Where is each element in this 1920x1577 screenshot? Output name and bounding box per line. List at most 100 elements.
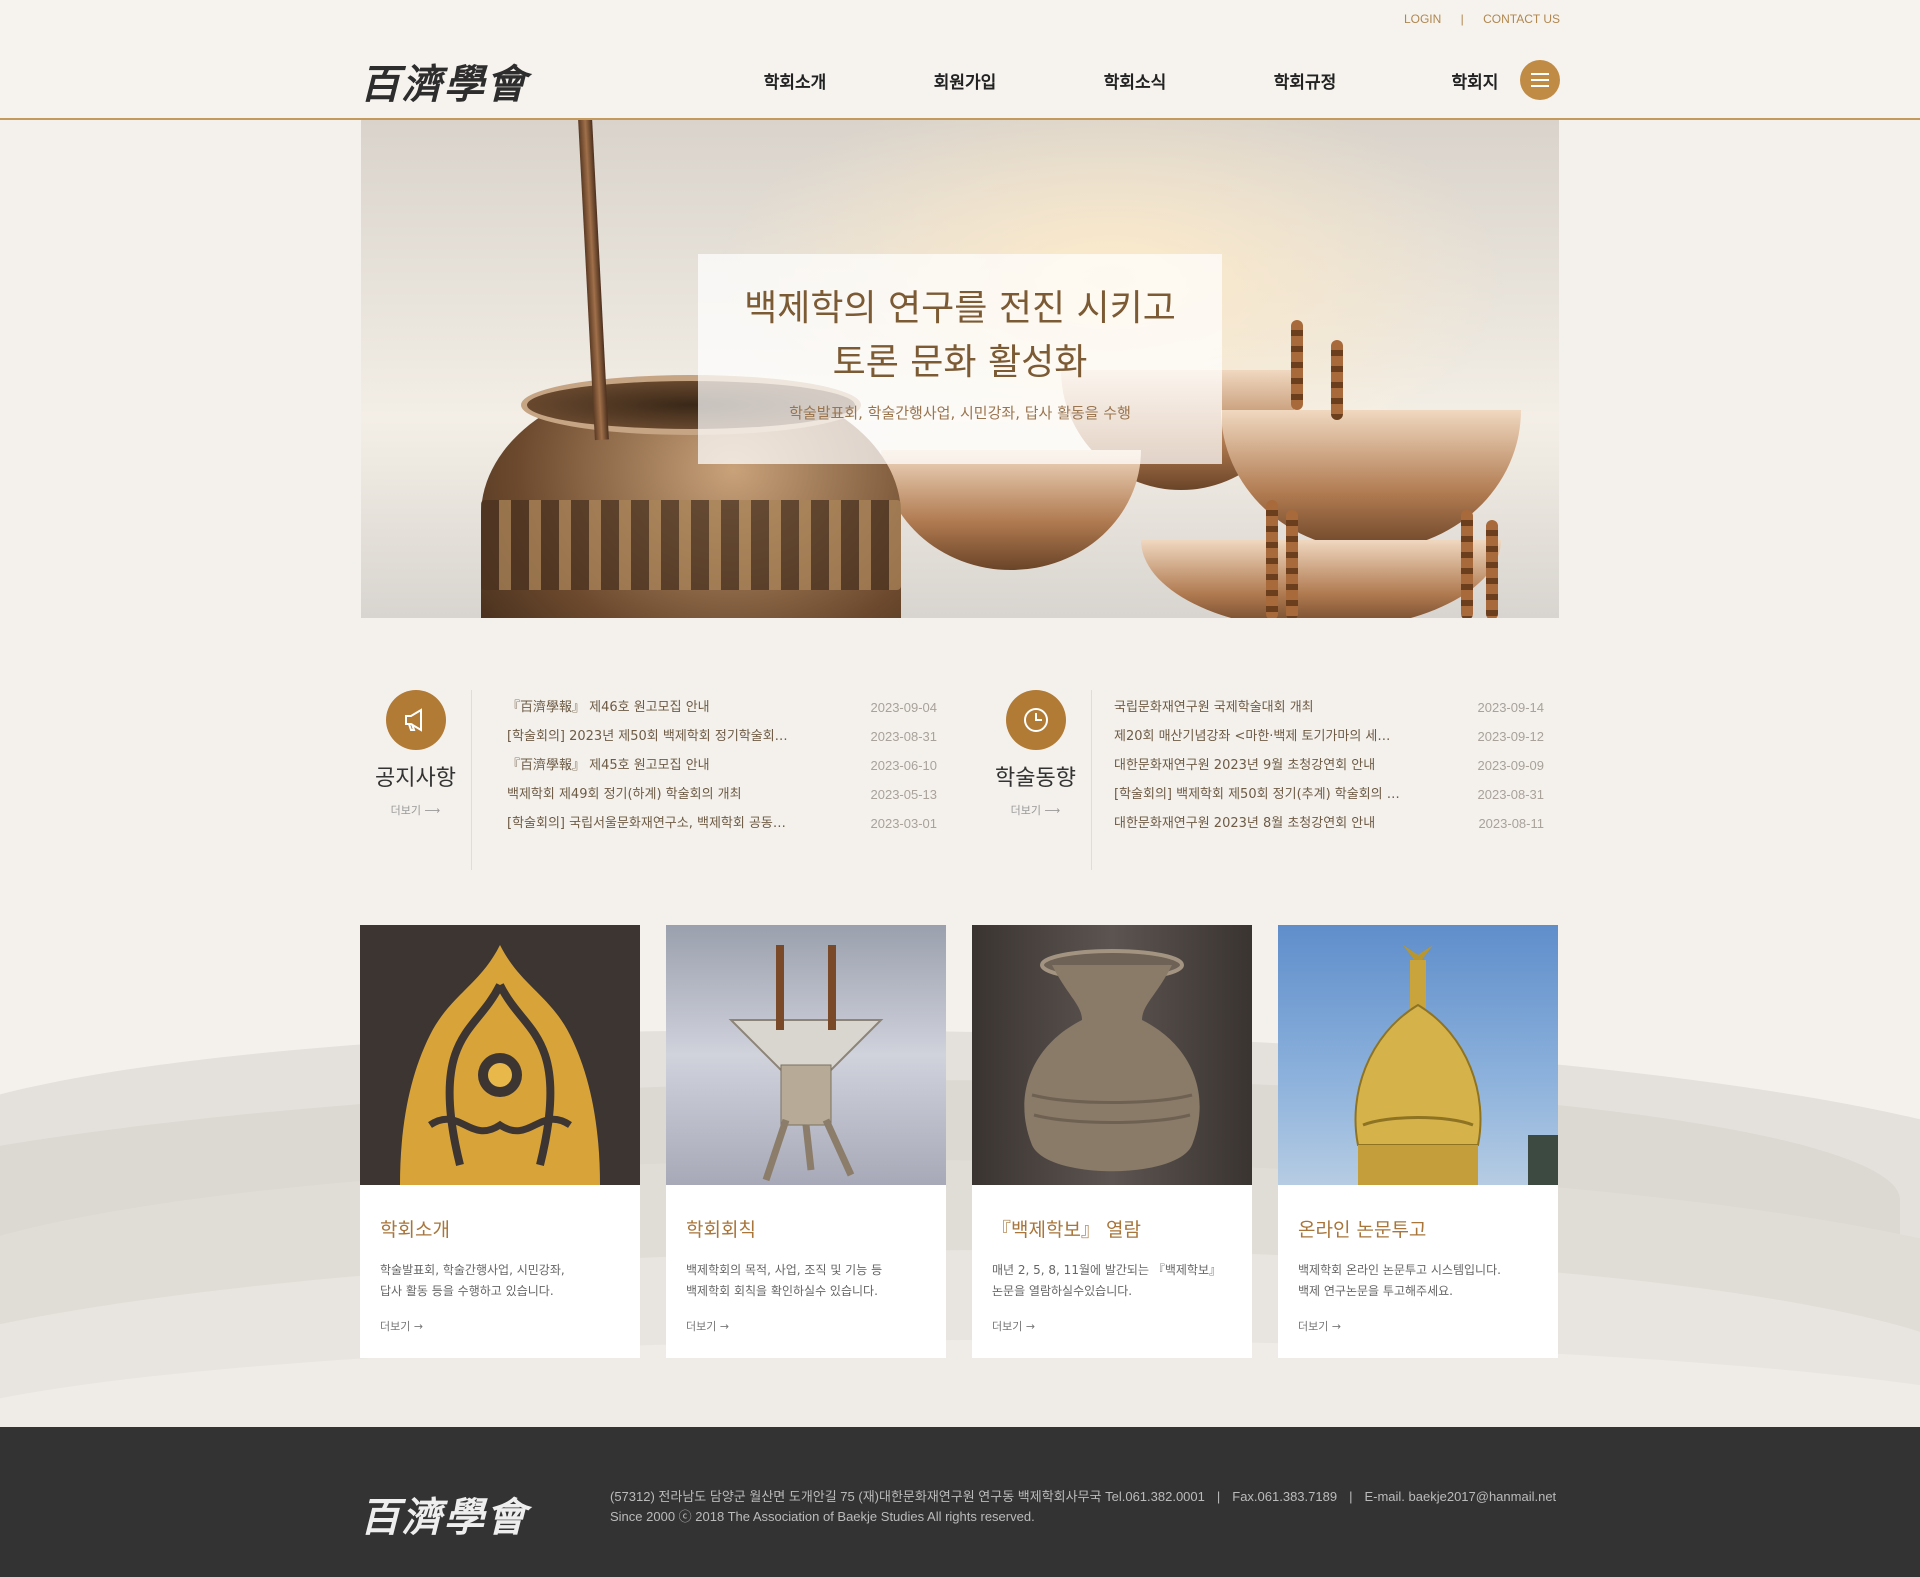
card-title: 『백제학보』 열람 <box>992 1219 1141 1241</box>
footer-email: E-mail. baekje2017@hanmail.net <box>1364 1489 1557 1504</box>
list-item-title[interactable]: [학술회의] 국립서울문화재연구소, 백제학회 공동… <box>507 814 827 843</box>
utility-links: LOGIN | CONTACT US <box>1404 12 1560 26</box>
list-item-date: 2023-03-01 <box>870 816 938 831</box>
card-more-link[interactable]: 더보기 → <box>1298 1318 1341 1334</box>
card-about[interactable]: 학회소개 학술발표회, 학술간행사업, 시민강좌, 답사 활동 등을 수행하고 있… <box>360 925 640 1358</box>
list-item[interactable]: 백제학회 제49회 정기(하계) 학술회의 개최 2023-05-13 <box>507 785 937 814</box>
list-item[interactable]: 대한문화재연구원 2023년 8월 초청강연회 안내 2023-08-11 <box>1114 814 1544 843</box>
list-item-date: 2023-08-31 <box>870 729 938 744</box>
bronze-spike <box>1461 510 1473 618</box>
bronze-spike <box>1291 320 1303 410</box>
list-item-title[interactable]: 국립문화재연구원 국제학술대회 개최 <box>1114 698 1434 727</box>
card-desc-line: 학술발표회, 학술간행사업, 시민강좌, <box>380 1263 565 1277</box>
card-description: 백제학회 온라인 논문투고 시스템입니다. 백제 연구논문을 투고해주세요. <box>1298 1260 1538 1302</box>
list-item-title[interactable]: [학술회의] 2023년 제50회 백제학회 정기학술회… <box>507 727 827 756</box>
footer-address: (57312) 전라남도 담양군 월산면 도개안길 75 (재)대한문화재연구원… <box>610 1489 1205 1504</box>
list-item-date: 2023-08-31 <box>1477 787 1545 802</box>
list-item[interactable]: [학술회의] 국립서울문화재연구소, 백제학회 공동… 2023-03-01 <box>507 814 937 843</box>
gold-ornament-image <box>360 925 640 1185</box>
list-item-title[interactable]: [학술회의] 백제학회 제50회 정기(추계) 학술회의 … <box>1114 785 1434 814</box>
list-item-title[interactable]: 제20회 매산기념강좌 <마한·백제 토기가마의 세… <box>1114 727 1434 756</box>
notice-board: 공지사항 더보기 ⟶ 『百濟學報』 제46호 원고모집 안내 2023-09-04… <box>360 690 960 870</box>
notice-header: 공지사항 더보기 ⟶ <box>360 690 472 870</box>
trend-more-link[interactable]: 더보기 ⟶ <box>1011 802 1061 818</box>
list-item-title[interactable]: 『百濟學報』 제45호 원고모집 안내 <box>507 756 827 785</box>
hero-title-line2: 토론 문화 활성화 <box>832 342 1088 383</box>
hero-title-line1: 백제학의 연구를 전진 시키고 <box>744 288 1176 329</box>
feature-cards: 학회소개 학술발표회, 학술간행사업, 시민강좌, 답사 활동 등을 수행하고 있… <box>360 925 1560 1358</box>
site-header: LOGIN | CONTACT US 百濟學會 학회소개 회원가입 학회소식 학… <box>0 0 1920 120</box>
hero-subtitle: 학술발표회, 학술간행사업, 시민강좌, 답사 활동을 수행 <box>789 404 1131 422</box>
site-footer: 百濟學會 (57312) 전라남도 담양군 월산면 도개안길 75 (재)대한문… <box>0 1427 1920 1577</box>
card-title: 온라인 논문투고 <box>1298 1219 1427 1241</box>
list-item[interactable]: [학술회의] 2023년 제50회 백제학회 정기학술회… 2023-08-31 <box>507 727 937 756</box>
card-more-link[interactable]: 더보기 → <box>380 1318 423 1334</box>
list-item[interactable]: 국립문화재연구원 국제학술대회 개최 2023-09-14 <box>1114 698 1544 727</box>
card-title: 학회소개 <box>380 1219 450 1241</box>
card-desc-line: 답사 활동 등을 수행하고 있습니다. <box>380 1284 554 1298</box>
list-item-date: 2023-05-13 <box>870 787 938 802</box>
list-item-date: 2023-06-10 <box>870 758 938 773</box>
card-more-link[interactable]: 더보기 → <box>992 1318 1035 1334</box>
list-item-date: 2023-08-11 <box>1478 816 1544 831</box>
card-journal[interactable]: 『백제학보』 열람 매년 2, 5, 8, 11월에 발간되는 『백제학보』 논문… <box>972 925 1252 1358</box>
nav-item-about[interactable]: 학회소개 <box>710 68 880 93</box>
contact-link[interactable]: CONTACT US <box>1483 12 1560 26</box>
card-desc-line: 백제 연구논문을 투고해주세요. <box>1298 1284 1453 1298</box>
notice-list: 『百濟學報』 제46호 원고모집 안내 2023-09-04 [학술회의] 202… <box>507 690 937 870</box>
trend-board: 학술동향 더보기 ⟶ 국립문화재연구원 국제학술대회 개최 2023-09-14 … <box>980 690 1560 870</box>
menu-button[interactable] <box>1520 60 1560 100</box>
megaphone-icon <box>385 690 446 750</box>
trend-list: 국립문화재연구원 국제학술대회 개최 2023-09-14 제20회 매산기념강좌… <box>1114 690 1544 870</box>
login-link[interactable]: LOGIN <box>1404 12 1441 26</box>
list-item-date: 2023-09-12 <box>1477 729 1545 744</box>
bronze-cup-image <box>666 925 946 1185</box>
trend-title: 학술동향 <box>995 766 1076 791</box>
main-nav: 학회소개 회원가입 학회소식 학회규정 학회지 <box>710 68 1560 93</box>
notice-more-link[interactable]: 더보기 ⟶ <box>391 802 441 818</box>
list-item[interactable]: 대한문화재연구원 2023년 9월 초청강연회 안내 2023-09-09 <box>1114 756 1544 785</box>
bronze-spike <box>1266 500 1278 618</box>
nav-item-join[interactable]: 회원가입 <box>880 68 1050 93</box>
footer-copyright: Since 2000 ⓒ 2018 The Association of Bae… <box>610 1509 1035 1524</box>
list-item-date: 2023-09-09 <box>1477 758 1545 773</box>
hero-title: 백제학의 연구를 전진 시키고 토론 문화 활성화 <box>698 282 1222 390</box>
list-item[interactable]: [학술회의] 백제학회 제50회 정기(추계) 학술회의 … 2023-08-31 <box>1114 785 1544 814</box>
hamburger-icon-line <box>1531 79 1549 81</box>
list-item-date: 2023-09-14 <box>1477 700 1545 715</box>
trend-header: 학술동향 더보기 ⟶ <box>980 690 1092 870</box>
notice-title: 공지사항 <box>375 766 456 791</box>
bronze-spike <box>1286 510 1298 618</box>
site-logo[interactable]: 百濟學會 <box>360 52 528 110</box>
list-item[interactable]: 『百濟學報』 제46호 원고모집 안내 2023-09-04 <box>507 698 937 727</box>
card-desc-line: 백제학회 온라인 논문투고 시스템입니다. <box>1298 1263 1501 1277</box>
clock-icon <box>1005 690 1066 750</box>
hamburger-icon-line <box>1531 85 1549 87</box>
bronze-spike <box>1486 520 1498 618</box>
card-title: 학회회칙 <box>686 1219 756 1241</box>
footer-logo: 百濟學會 <box>360 1494 528 1541</box>
bronze-bowl <box>1141 540 1501 618</box>
list-item-title[interactable]: 대한문화재연구원 2023년 8월 초청강연회 안내 <box>1114 814 1434 843</box>
list-item[interactable]: 제20회 매산기념강좌 <마한·백제 토기가마의 세… 2023-09-12 <box>1114 727 1544 756</box>
card-more-link[interactable]: 더보기 → <box>686 1318 729 1334</box>
util-separator: | <box>1460 12 1464 26</box>
card-submission[interactable]: 온라인 논문투고 백제학회 온라인 논문투고 시스템입니다. 백제 연구논문을 투… <box>1278 925 1558 1358</box>
hero-caption: 백제학의 연구를 전진 시키고 토론 문화 활성화 학술발표회, 학술간행사업,… <box>698 254 1222 464</box>
bronze-spike <box>1331 340 1343 420</box>
nav-item-rules[interactable]: 학회규정 <box>1220 68 1390 93</box>
card-desc-line: 백제학회의 목적, 사업, 조직 및 기능 등 <box>686 1263 883 1277</box>
list-item[interactable]: 『百濟學報』 제45호 원고모집 안내 2023-06-10 <box>507 756 937 785</box>
nav-item-news[interactable]: 학회소식 <box>1050 68 1220 93</box>
list-item-title[interactable]: 『百濟學報』 제46호 원고모집 안내 <box>507 698 827 727</box>
gold-incense-burner-image <box>1278 925 1558 1185</box>
footer-separator: | <box>1216 1489 1221 1504</box>
list-item-title[interactable]: 대한문화재연구원 2023년 9월 초청강연회 안내 <box>1114 756 1434 785</box>
list-item-title[interactable]: 백제학회 제49회 정기(하계) 학술회의 개최 <box>507 785 827 814</box>
hero-banner: 백제학의 연구를 전진 시키고 토론 문화 활성화 학술발표회, 학술간행사업,… <box>361 120 1559 618</box>
board-section: 공지사항 더보기 ⟶ 『百濟學報』 제46호 원고모집 안내 2023-09-04… <box>360 690 1560 870</box>
bronze-bowl <box>881 450 1141 570</box>
footer-info: (57312) 전라남도 담양군 월산면 도개안길 75 (재)대한문화재연구원… <box>610 1487 1556 1527</box>
card-description: 학술발표회, 학술간행사업, 시민강좌, 답사 활동 등을 수행하고 있습니다. <box>380 1260 620 1302</box>
card-rules[interactable]: 학회회칙 백제학회의 목적, 사업, 조직 및 기능 등 백제학회 회칙을 확인하… <box>666 925 946 1358</box>
